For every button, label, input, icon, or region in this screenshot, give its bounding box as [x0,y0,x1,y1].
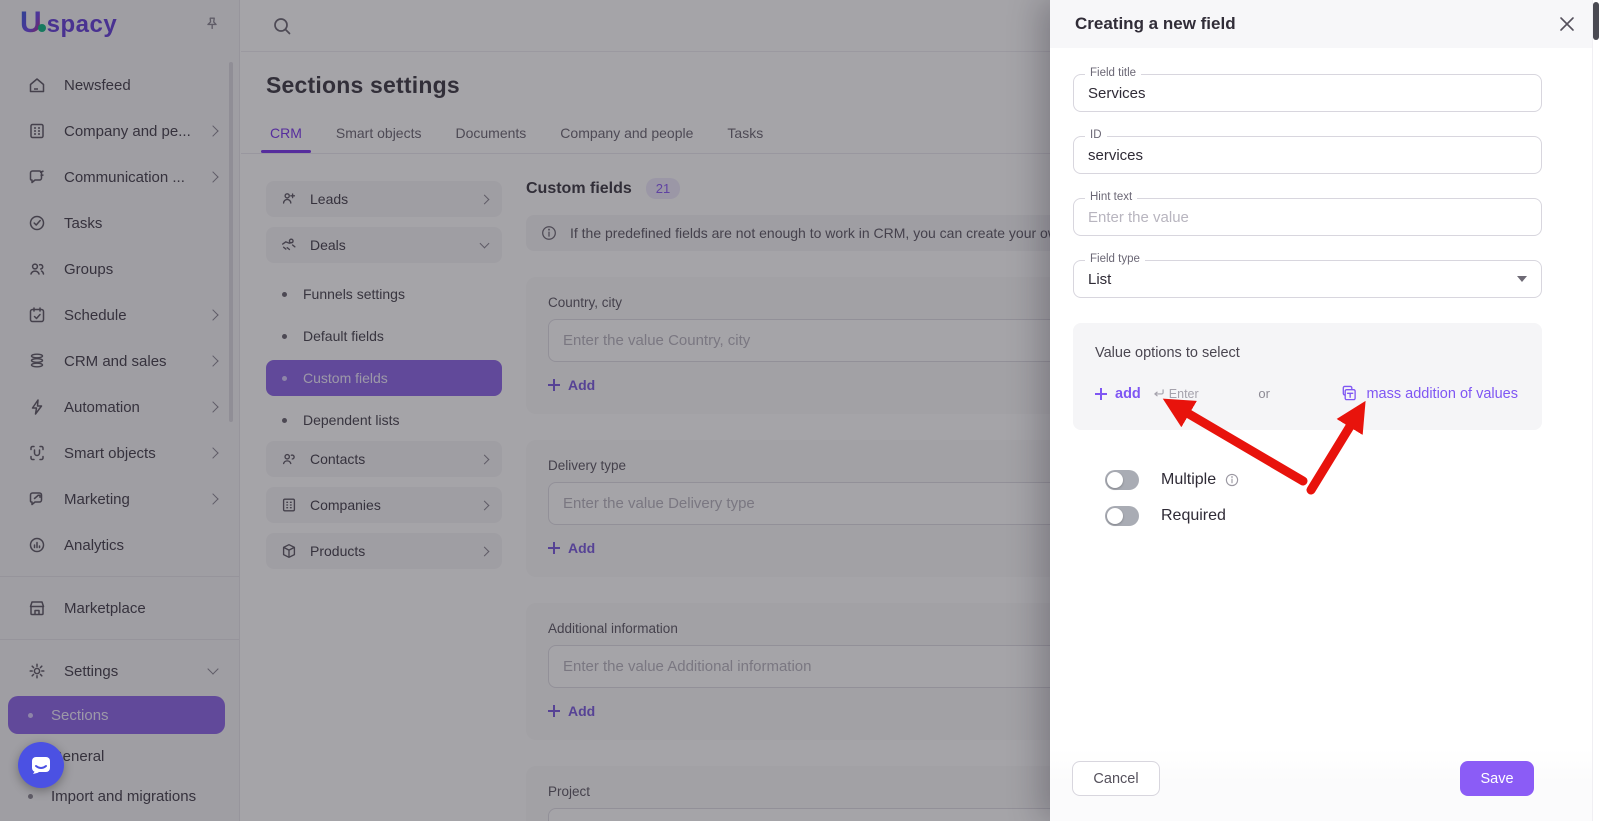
modal-header: Creating a new field [1050,0,1600,48]
plus-icon [1095,387,1107,400]
field-type-select[interactable]: List [1074,261,1541,297]
hint-text-input[interactable] [1074,199,1541,235]
hint-text-label: Hint text [1085,191,1138,203]
field-type-value: List [1088,270,1112,288]
value-options-panel: Value options to select add Enter or mas… [1073,323,1542,430]
modal-title: Creating a new field [1075,14,1236,33]
required-toggle-row: Required [1073,506,1542,526]
field-id-input[interactable] [1074,137,1541,173]
chat-bubble-icon [29,753,53,777]
field-type-group: Field type List [1073,253,1542,298]
field-title-input[interactable] [1074,75,1541,111]
enter-arrow-icon [1154,389,1164,397]
value-options-label: Value options to select [1095,345,1240,361]
add-option-button[interactable]: add [1095,386,1141,402]
close-icon[interactable] [1558,15,1576,33]
cancel-button[interactable]: Cancel [1072,761,1160,796]
info-icon[interactable] [1224,472,1240,488]
mass-addition-button[interactable]: mass addition of values [1340,385,1518,402]
create-field-modal: Creating a new field Field title ID Hint… [1050,0,1600,821]
field-id-label: ID [1085,129,1107,141]
field-title-group: Field title [1073,67,1542,112]
required-toggle[interactable] [1105,506,1139,526]
hint-text-group: Hint text [1073,191,1542,236]
required-label: Required [1161,507,1226,524]
chat-launcher-button[interactable] [18,742,64,788]
field-title-label: Field title [1085,67,1142,79]
enter-key-hint: Enter [1152,387,1199,401]
multiple-toggle[interactable] [1105,470,1139,490]
field-id-group: ID [1073,129,1542,174]
multiple-label: Multiple [1161,471,1217,488]
modal-footer: Cancel Save [1050,749,1592,821]
field-type-label: Field type [1085,253,1145,265]
toggle-knob [1107,472,1123,488]
toggle-knob [1107,508,1123,524]
modal-scrollbar[interactable] [1592,0,1600,821]
modal-body: Field title ID Hint text Field type List… [1050,67,1600,526]
save-button[interactable]: Save [1460,761,1534,796]
multiple-toggle-row: Multiple [1073,470,1542,490]
mass-addition-icon [1343,385,1357,401]
modal-scrollbar-thumb[interactable] [1593,2,1599,40]
dropdown-caret-icon [1517,276,1527,282]
or-text: or [1258,386,1270,401]
